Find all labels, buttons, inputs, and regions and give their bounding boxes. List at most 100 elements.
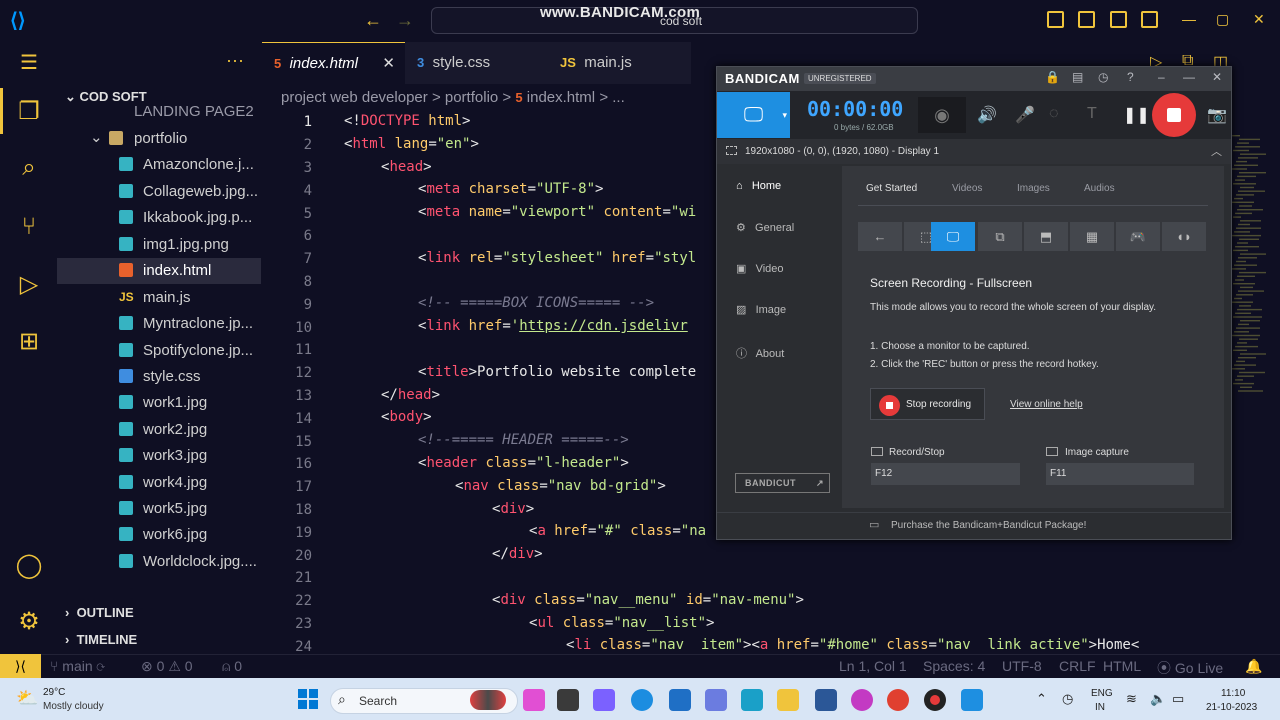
settings-gear-icon[interactable]: ⚙ [14, 607, 44, 637]
screen-mode-button[interactable]: 🖵 ▾ [717, 92, 790, 138]
cursor-position[interactable]: Ln 1, Col 1 [839, 658, 907, 674]
nav-home[interactable]: ⌂ Home [736, 180, 781, 192]
tab-videos[interactable]: Videos [952, 183, 982, 194]
tab-get-started[interactable]: Get Started [866, 183, 917, 194]
tree-item-file[interactable]: Amazonclone.j... [57, 152, 261, 178]
bandicut-button[interactable]: BANDICUT ↗ [735, 473, 830, 493]
extensions-icon[interactable]: ⊞ [14, 327, 44, 357]
tree-item-file[interactable]: Worldclock.jpg.... [57, 549, 261, 575]
nav-about[interactable]: ⓘ About [736, 345, 784, 361]
run-debug-icon[interactable]: ▷ [14, 270, 44, 300]
text-overlay-icon[interactable]: T [1087, 105, 1097, 123]
mouse-effect-icon[interactable]: ◌ [1049, 105, 1059, 123]
chrome-icon[interactable] [887, 689, 909, 711]
minimize-icon[interactable]: — [1182, 11, 1196, 27]
wifi-icon[interactable]: ≋ [1126, 691, 1137, 707]
camera-icon[interactable]: 📷 [1207, 105, 1227, 125]
tray-chevron-up-icon[interactable]: ⌃ [1036, 691, 1047, 707]
tree-item-file[interactable]: work6.jpg [57, 522, 261, 548]
file-explorer-icon[interactable] [777, 689, 799, 711]
account-icon[interactable]: ◯ [14, 551, 44, 581]
notifications-bell-icon[interactable]: 🔔 [1245, 658, 1262, 675]
unregistered-badge[interactable]: UNREGISTERED [804, 73, 876, 84]
nav-image[interactable]: ▨ Image [736, 303, 786, 316]
tree-item-landing-page2[interactable]: LANDING PAGE2 [57, 101, 261, 119]
outline-section[interactable]: › OUTLINE [65, 605, 134, 620]
menu-icon[interactable]: ☰ [14, 48, 44, 78]
microphone-icon[interactable]: 🎤 [1015, 105, 1035, 125]
close-icon[interactable]: ✕ [1212, 70, 1222, 84]
rec-stop-button[interactable] [1152, 93, 1196, 137]
timer-icon[interactable]: ◷ [1098, 70, 1108, 84]
toggle-panel-icon[interactable] [1078, 11, 1095, 28]
tab-images[interactable]: Images [1017, 183, 1050, 194]
tree-item-file[interactable]: JS main.js [57, 285, 261, 311]
go-live-button[interactable]: ⦿ Go Live [1157, 658, 1223, 678]
battery-icon[interactable]: ▭ [1172, 691, 1184, 707]
indentation[interactable]: Spaces: 4 [923, 658, 985, 674]
bandicam-taskbar-icon[interactable] [924, 689, 946, 711]
widgets-icon[interactable] [523, 689, 545, 711]
minimize-icon[interactable]: – [1158, 70, 1165, 84]
windows-start-icon[interactable] [298, 689, 318, 709]
gamepad-icon[interactable]: 🎮 [1116, 222, 1160, 251]
taskbar-date[interactable]: 21-10-2023 [1206, 702, 1257, 713]
explorer-icon[interactable]: ❐ [14, 97, 44, 127]
chevron-up-icon[interactable]: ︿ [1211, 143, 1222, 159]
back-arrow-icon[interactable]: ← [364, 10, 382, 31]
line-ending[interactable]: CRLF [1059, 658, 1096, 674]
language-code[interactable]: ENG [1091, 688, 1113, 699]
language-mode[interactable]: HTML [1103, 658, 1141, 674]
branch-item[interactable]: ⑂ main ⟳ [50, 658, 105, 674]
tab-audios[interactable]: Audios [1084, 183, 1115, 194]
game-bar-icon[interactable]: ▦ [1070, 222, 1114, 251]
source-control-icon[interactable]: ⑂ [14, 212, 44, 242]
audio-mode-icon[interactable]: ◖◗ [1162, 222, 1206, 251]
mouse-area-mode-icon[interactable]: ⬒ [1024, 222, 1068, 251]
minimize-tray-icon[interactable]: — [1183, 70, 1195, 84]
online-help-link[interactable]: View online help [1010, 399, 1083, 410]
tree-item-file[interactable]: work1.jpg [57, 390, 261, 416]
task-view-icon[interactable] [557, 689, 579, 711]
tab-index-html[interactable]: 5 index.html ✕ [262, 42, 405, 84]
tree-item-file[interactable]: work3.jpg [57, 443, 261, 469]
toggle-sidebar-icon[interactable] [1047, 11, 1064, 28]
folder-icon[interactable]: ▤ [1072, 70, 1083, 84]
region-code[interactable]: IN [1095, 702, 1105, 713]
tree-item-file[interactable]: Collageweb.jpg... [57, 179, 261, 205]
purchase-promo[interactable]: Purchase the Bandicam+Bandicut Package! [891, 520, 1086, 531]
word-icon[interactable] [815, 689, 837, 711]
fullscreen-mode-icon[interactable]: 🖵 [931, 222, 975, 251]
customize-layout-icon[interactable] [1141, 11, 1158, 28]
minimap[interactable] [1232, 115, 1266, 415]
nav-video[interactable]: ▣ Video [736, 262, 784, 275]
lock-icon[interactable]: 🔒 [1045, 70, 1060, 84]
breadcrumb[interactable]: project web developer > portfolio > 5 in… [281, 89, 625, 106]
breadcrumb-item[interactable]: portfolio [445, 89, 498, 106]
mail-icon[interactable] [669, 689, 691, 711]
more-actions-icon[interactable]: ··· [226, 50, 244, 71]
edge-browser-icon[interactable] [631, 689, 653, 711]
window-mode-icon[interactable]: ⧉ [978, 222, 1022, 251]
tab-style-css[interactable]: 3 style.css [405, 42, 548, 84]
breadcrumb-item[interactable]: project web developer [281, 89, 428, 106]
back-arrow-icon[interactable]: ← [858, 222, 902, 251]
media-app-icon[interactable] [851, 689, 873, 711]
vscode-taskbar-icon[interactable] [961, 689, 983, 711]
encoding[interactable]: UTF-8 [1002, 658, 1042, 674]
ports-item[interactable]: ⍝ 0 [222, 658, 242, 675]
weather-cloud-icon[interactable]: ⛅ [16, 688, 38, 708]
tree-item-file[interactable]: Spotifyclone.jp... [57, 338, 261, 364]
tree-item-file[interactable]: style.css [57, 364, 261, 390]
toggle-secondary-sidebar-icon[interactable] [1110, 11, 1127, 28]
tree-item-portfolio[interactable]: ⌄ portfolio [57, 126, 261, 152]
speaker-icon[interactable]: 🔊 [977, 105, 997, 125]
volume-icon[interactable]: 🔈 [1150, 691, 1166, 707]
weather-description[interactable]: Mostly cloudy [43, 701, 104, 712]
weather-temperature[interactable]: 29°C [43, 687, 65, 698]
help-icon[interactable]: ? [1127, 70, 1134, 84]
search-highlight-icon[interactable] [470, 690, 506, 710]
teams-chat-icon[interactable] [593, 689, 615, 711]
hotkey-record-field[interactable]: F12 [871, 463, 1020, 485]
tree-item-file[interactable]: work5.jpg [57, 496, 261, 522]
